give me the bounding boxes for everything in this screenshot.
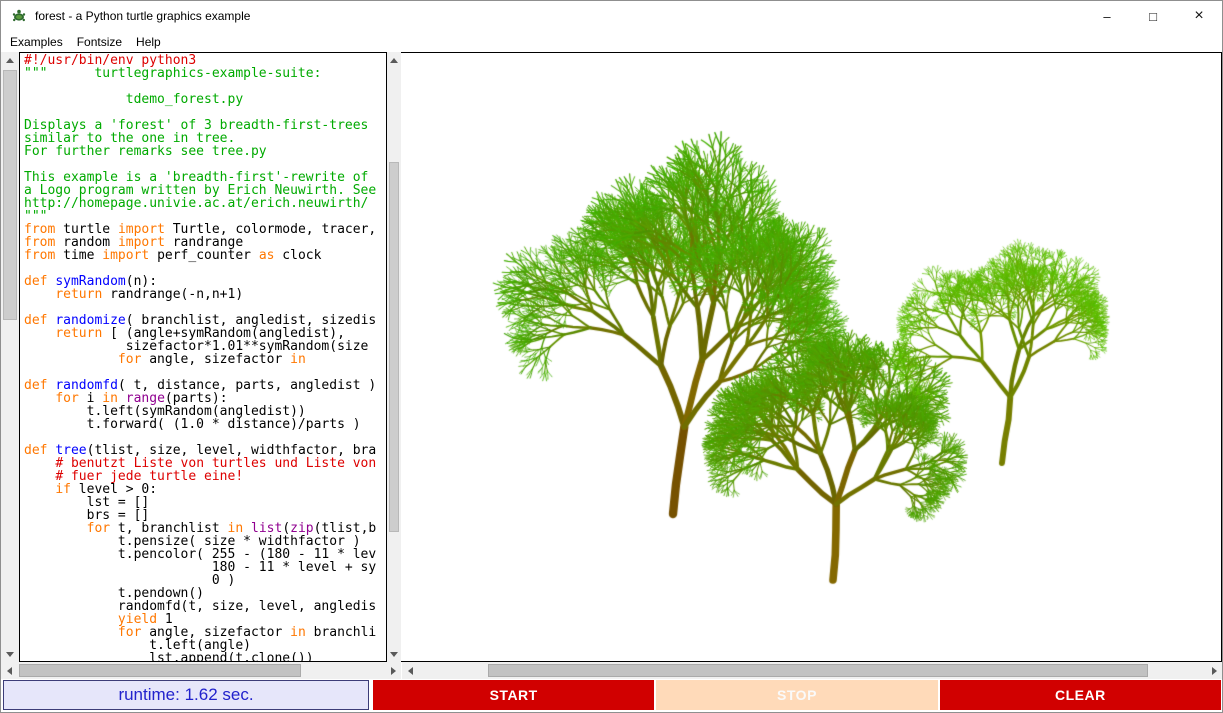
canvas-vertical-scrollbar[interactable] — [387, 52, 401, 662]
runtime-status: runtime: 1.62 sec. — [3, 680, 369, 710]
canvas-scroll-left-icon[interactable] — [402, 662, 418, 679]
menu-help[interactable]: Help — [129, 33, 168, 51]
window-controls: – □ × — [1084, 1, 1222, 31]
canvas-vertical-scrollbar-thumb[interactable] — [389, 162, 399, 532]
code-vertical-scrollbar[interactable] — [1, 52, 19, 662]
canvas-horizontal-scrollbar-thumb[interactable] — [488, 664, 1148, 677]
turtle-canvas[interactable] — [401, 53, 1220, 661]
menu-bar: Examples Fontsize Help — [1, 31, 1222, 52]
code-horizontal-scrollbar[interactable] — [1, 662, 401, 679]
code-vertical-scrollbar-thumb[interactable] — [3, 70, 17, 320]
close-button[interactable]: × — [1176, 1, 1222, 31]
menu-fontsize[interactable]: Fontsize — [70, 33, 129, 51]
canvas-scroll-down-icon[interactable] — [387, 646, 401, 662]
graphics-pane — [401, 52, 1222, 662]
app-window: forest - a Python turtle graphics exampl… — [0, 0, 1223, 713]
minimize-button[interactable]: – — [1084, 1, 1130, 31]
code-scroll-down-icon[interactable] — [1, 646, 19, 662]
canvas-scroll-right-icon[interactable] — [1206, 662, 1222, 679]
code-text: #!/usr/bin/env python3""" turtlegraphics… — [24, 54, 386, 662]
start-button[interactable]: START — [373, 680, 654, 710]
code-scroll-right-icon[interactable] — [385, 662, 401, 679]
clear-button[interactable]: CLEAR — [940, 680, 1221, 710]
menu-examples[interactable]: Examples — [3, 33, 70, 51]
code-scroll-left-icon[interactable] — [1, 662, 17, 679]
main-area: #!/usr/bin/env python3""" turtlegraphics… — [1, 52, 1222, 662]
code-scroll-up-icon[interactable] — [1, 52, 19, 68]
stop-button[interactable]: STOP — [656, 680, 937, 710]
code-horizontal-scrollbar-thumb[interactable] — [19, 664, 301, 677]
title-bar: forest - a Python turtle graphics exampl… — [1, 1, 1222, 31]
maximize-button[interactable]: □ — [1130, 1, 1176, 31]
bottom-bar: runtime: 1.62 sec. START STOP CLEAR — [1, 679, 1222, 712]
canvas-scroll-up-icon[interactable] — [387, 52, 401, 68]
turtle-icon — [10, 7, 28, 25]
canvas-horizontal-scrollbar[interactable] — [402, 662, 1222, 679]
horizontal-scroll-row — [1, 662, 1222, 679]
window-title: forest - a Python turtle graphics exampl… — [35, 9, 250, 23]
code-editor[interactable]: #!/usr/bin/env python3""" turtlegraphics… — [19, 52, 387, 662]
